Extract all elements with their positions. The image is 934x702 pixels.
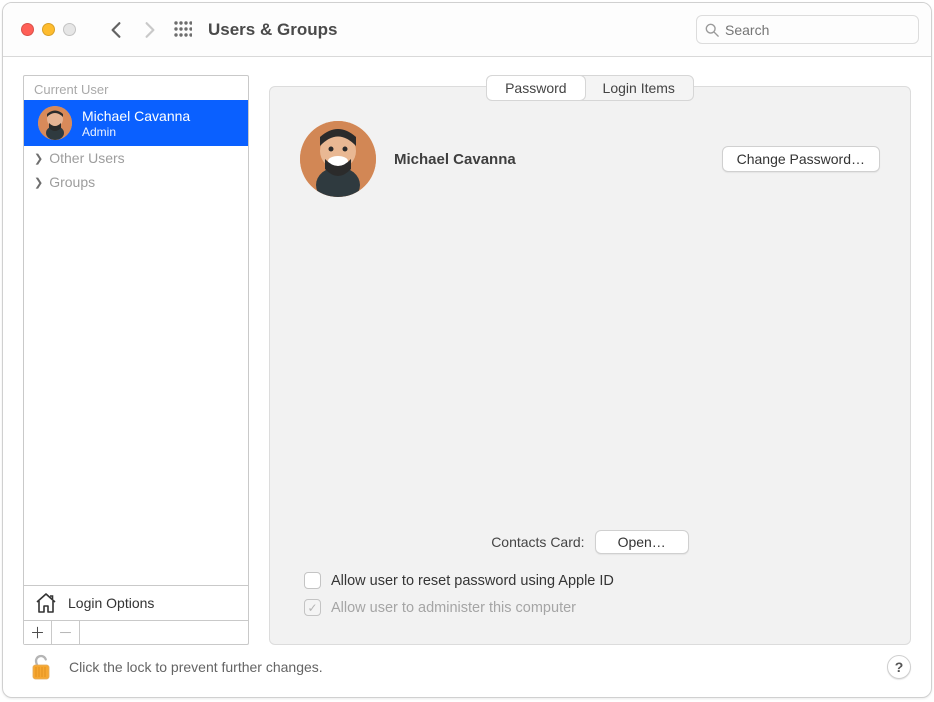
add-remove-bar: ＋ － xyxy=(23,621,249,645)
user-header: Michael Cavanna Change Password… xyxy=(300,121,880,197)
change-password-button[interactable]: Change Password… xyxy=(722,146,880,172)
groups-label: Groups xyxy=(49,174,95,190)
sidebar: Current User Michael Cavanna Admi xyxy=(23,75,249,645)
add-user-button[interactable]: ＋ xyxy=(24,621,52,644)
home-icon xyxy=(34,592,58,614)
user-name: Michael Cavanna xyxy=(82,107,190,125)
content-area: Current User Michael Cavanna Admi xyxy=(3,57,931,645)
groups-row[interactable]: ❯ Groups xyxy=(24,170,248,194)
search-field[interactable] xyxy=(696,15,919,44)
zoom-window-button[interactable] xyxy=(63,23,76,36)
minimize-window-button[interactable] xyxy=(42,23,55,36)
administer-computer-row: ✓ Allow user to administer this computer xyxy=(300,599,880,616)
tab-bar: Password Login Items xyxy=(486,75,694,101)
contacts-card-row: Contacts Card: Open… xyxy=(300,530,880,554)
user-list: Current User Michael Cavanna Admi xyxy=(23,75,249,586)
current-user-header: Current User xyxy=(24,76,248,100)
users-groups-window: Users & Groups Current User xyxy=(2,2,932,698)
reset-password-apple-id-row[interactable]: Allow user to reset password using Apple… xyxy=(300,572,880,589)
search-input[interactable] xyxy=(725,22,910,38)
user-avatar[interactable] xyxy=(300,121,376,197)
back-button[interactable] xyxy=(102,16,130,44)
main-panel: Password Login Items xyxy=(269,75,911,645)
chevron-right-icon: ❯ xyxy=(34,176,43,189)
remove-user-button[interactable]: － xyxy=(52,621,80,644)
lock-text: Click the lock to prevent further change… xyxy=(69,659,323,675)
forward-button[interactable] xyxy=(136,16,164,44)
open-contacts-button[interactable]: Open… xyxy=(595,530,689,554)
checkbox-icon: ✓ xyxy=(304,599,321,616)
administer-label: Allow user to administer this computer xyxy=(331,600,576,616)
tab-login-items[interactable]: Login Items xyxy=(585,76,693,100)
checkbox-icon[interactable] xyxy=(304,572,321,589)
pane-title: Users & Groups xyxy=(208,20,337,40)
avatar xyxy=(38,106,72,140)
login-options-row[interactable]: Login Options xyxy=(23,585,249,621)
other-users-label: Other Users xyxy=(49,150,124,166)
unlock-icon[interactable] xyxy=(29,653,53,681)
show-all-preferences-icon[interactable] xyxy=(174,21,192,39)
login-options-label: Login Options xyxy=(68,595,154,611)
sidebar-current-user[interactable]: Michael Cavanna Admin xyxy=(24,100,248,146)
window-controls xyxy=(21,23,76,36)
close-window-button[interactable] xyxy=(21,23,34,36)
password-panel: Michael Cavanna Change Password… Contact… xyxy=(269,86,911,645)
other-users-row[interactable]: ❯ Other Users xyxy=(24,146,248,170)
display-name: Michael Cavanna xyxy=(394,151,516,168)
chevron-right-icon: ❯ xyxy=(34,152,43,165)
search-icon xyxy=(705,23,719,37)
tab-password[interactable]: Password xyxy=(487,76,584,100)
reset-apple-id-label: Allow user to reset password using Apple… xyxy=(331,573,614,589)
footer: Click the lock to prevent further change… xyxy=(3,645,931,697)
contacts-card-label: Contacts Card: xyxy=(491,534,584,550)
user-role: Admin xyxy=(82,125,190,139)
help-button[interactable]: ? xyxy=(887,655,911,679)
toolbar: Users & Groups xyxy=(3,3,931,57)
